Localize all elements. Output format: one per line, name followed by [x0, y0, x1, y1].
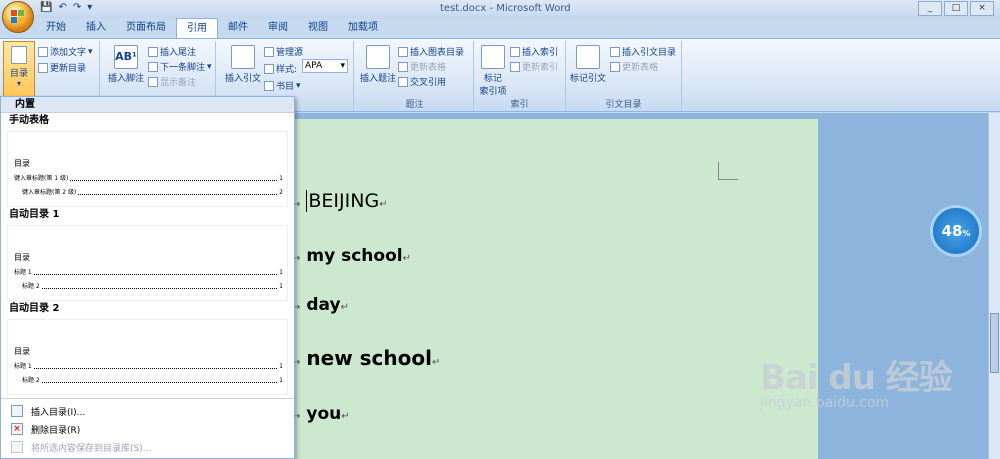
update-toa-icon — [610, 61, 620, 72]
gallery-section-title: 手动表格 — [9, 115, 49, 126]
minimize-button[interactable]: _ — [918, 1, 942, 16]
style-label: 样式: — [264, 62, 297, 75]
mark-citation-icon — [576, 45, 600, 69]
doc-line-you[interactable]: → you↵ — [292, 404, 350, 424]
manage-source-button[interactable]: 管理源 — [264, 45, 303, 58]
insert-table-figures-button[interactable]: 插入图表目录 — [398, 45, 464, 58]
progress-badge[interactable]: 48% — [930, 205, 982, 257]
update-index-button[interactable]: 更新索引 — [510, 60, 558, 73]
cross-reference-button[interactable]: 交叉引用 — [398, 75, 446, 88]
redo-icon[interactable]: ↷ — [73, 2, 81, 13]
style-icon — [264, 63, 274, 74]
tab-page-layout[interactable]: 页面布局 — [116, 18, 176, 38]
mark-entry-icon — [481, 45, 505, 69]
gallery-section-title: 自动目录 2 — [9, 303, 60, 314]
remove-toc-menu-item[interactable]: × 删除目录(R) — [1, 420, 294, 438]
insert-citation-button[interactable]: 插入引文 — [220, 43, 266, 84]
insert-footnote-button[interactable]: AB¹ 插入脚注 — [106, 43, 146, 84]
menu-separator — [1, 398, 294, 399]
tab-insert[interactable]: 插入 — [76, 18, 116, 38]
bibliography-icon — [264, 80, 274, 91]
add-text-button[interactable]: 添加文字 ▾ — [38, 45, 93, 58]
tab-review[interactable]: 审阅 — [258, 18, 298, 38]
caption-group: 插入题注 插入图表目录 更新表格 交叉引用 题注 — [356, 41, 474, 111]
save-icon[interactable]: 💾 — [40, 2, 52, 13]
title-bar: 💾 ↶ ↷ ▾ test.docx - Microsoft Word _ □ × — [0, 0, 1000, 18]
document-page[interactable] — [290, 119, 818, 459]
bibliography-button[interactable]: 书目 ▾ — [264, 79, 301, 92]
next-footnote-icon — [148, 61, 158, 72]
show-notes-icon — [148, 76, 158, 87]
tab-home[interactable]: 开始 — [36, 18, 76, 38]
gallery-section-title: 自动目录 1 — [9, 209, 60, 220]
save-gallery-icon — [11, 441, 23, 453]
remove-toc-icon: × — [11, 423, 23, 435]
citation-icon — [231, 45, 255, 69]
table-figures-icon — [398, 46, 408, 57]
doc-line-day[interactable]: → day↵ — [292, 295, 349, 315]
toc-dropdown: 内置 手动表格 目录 键入章标题(第 1 级) 1 键入章标题(第 2 级) 2 自… — [0, 96, 295, 459]
baidu-watermark: Bai du 经验 jingyan.baidu.com — [760, 350, 953, 411]
update-table-icon — [398, 61, 408, 72]
gallery-header: 内置 — [1, 97, 294, 113]
margin-marker — [718, 162, 738, 180]
insert-toc-menu-item[interactable]: 插入目录(I)... — [1, 402, 294, 420]
footnote-icon: AB¹ — [114, 45, 138, 69]
save-to-gallery-menu-item[interactable]: 将所选内容保存到目录库(S)... — [1, 438, 294, 456]
next-footnote-button[interactable]: 下一条脚注 ▾ — [148, 60, 212, 73]
tab-references[interactable]: 引用 — [176, 18, 218, 39]
mark-citation-button[interactable]: 标记引文 — [568, 43, 608, 84]
manage-source-icon — [264, 46, 274, 57]
update-toc-button[interactable]: 更新目录 — [38, 61, 86, 74]
vertical-scrollbar[interactable] — [988, 113, 1000, 459]
tab-view[interactable]: 视图 — [298, 18, 338, 38]
maximize-button[interactable]: □ — [944, 1, 968, 16]
quick-access-toolbar: 💾 ↶ ↷ ▾ — [40, 2, 92, 13]
insert-caption-button[interactable]: 插入题注 — [358, 43, 398, 84]
tab-addins[interactable]: 加载项 — [338, 18, 388, 38]
scrollbar-thumb[interactable] — [990, 313, 999, 373]
insert-toa-icon — [610, 46, 620, 57]
toc-style-auto-1[interactable]: 目录 标题 11 标题 21 — [7, 225, 288, 301]
customize-qat-icon[interactable]: ▾ — [87, 2, 92, 13]
chevron-down-icon: ▾ — [16, 79, 21, 88]
window-title: test.docx - Microsoft Word — [440, 3, 571, 14]
ribbon-tabs: 开始 插入 页面布局 引用 邮件 审阅 视图 加载项 — [36, 18, 388, 39]
doc-line-beijing[interactable]: → BEIJING↵ — [292, 190, 388, 212]
tab-mailings[interactable]: 邮件 — [218, 18, 258, 38]
insert-toa-button[interactable]: 插入引文目录 — [610, 45, 676, 58]
office-button[interactable] — [2, 1, 34, 33]
toc-button[interactable]: 目录 ▾ — [3, 41, 35, 97]
doc-line-new-school[interactable]: → new school↵ — [292, 346, 440, 370]
insert-toc-icon — [11, 405, 23, 417]
add-text-icon — [38, 46, 48, 57]
toc-icon — [11, 46, 27, 64]
chevron-down-icon: ▾ — [340, 61, 345, 71]
update-icon — [38, 62, 48, 73]
index-group: 标记 索引项 插入索引 更新索引 索引 — [474, 41, 566, 111]
toa-group: 标记引文 插入引文目录 更新表格 引文目录 — [566, 41, 682, 111]
caption-icon — [366, 45, 390, 69]
close-button[interactable]: × — [970, 1, 994, 16]
doc-line-my-school[interactable]: → my school↵ — [292, 246, 411, 266]
update-index-icon — [510, 61, 520, 72]
insert-index-button[interactable]: 插入索引 — [510, 45, 558, 58]
undo-icon[interactable]: ↶ — [58, 2, 66, 13]
endnote-icon — [148, 46, 158, 57]
baidu-logo: Bai du 经验 — [760, 358, 953, 398]
cross-reference-icon — [398, 76, 408, 87]
update-table-button[interactable]: 更新表格 — [398, 60, 446, 73]
show-notes-button[interactable]: 显示备注 — [148, 75, 196, 88]
citation-style-select[interactable]: APA ▾ — [302, 59, 348, 73]
office-logo-icon — [11, 10, 25, 24]
update-toa-button[interactable]: 更新表格 — [610, 60, 658, 73]
mark-entry-button[interactable]: 标记 索引项 — [476, 43, 510, 97]
toc-style-manual[interactable]: 目录 键入章标题(第 1 级) 1 键入章标题(第 2 级) 2 — [7, 131, 288, 207]
toc-style-auto-2[interactable]: 目录 标题 11 标题 21 — [7, 319, 288, 395]
insert-index-icon — [510, 46, 520, 57]
insert-endnote-button[interactable]: 插入尾注 — [148, 45, 196, 58]
